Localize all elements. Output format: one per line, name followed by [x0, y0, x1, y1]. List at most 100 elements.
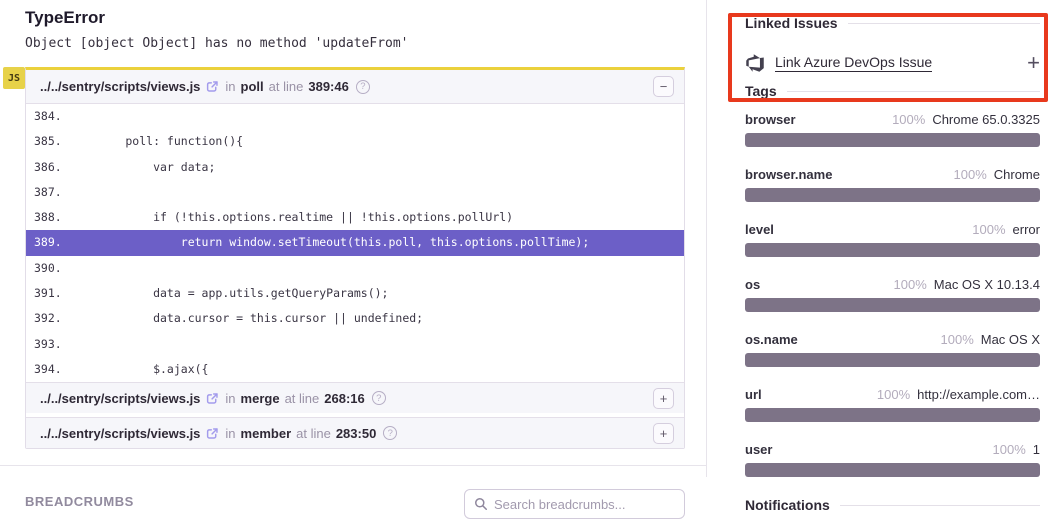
tag-key: url: [745, 387, 762, 402]
page-title: TypeError: [25, 8, 105, 28]
question-icon[interactable]: ?: [383, 426, 397, 440]
azure-devops-icon: [745, 53, 765, 73]
expand-frame-button[interactable]: +: [653, 423, 674, 444]
tag-key: browser.name: [745, 167, 832, 182]
external-link-icon[interactable]: [206, 392, 219, 405]
frame-lineno: 283:50: [336, 426, 376, 441]
tag-value-link[interactable]: Chrome: [994, 167, 1040, 182]
tag-key: os.name: [745, 332, 798, 347]
code-line: 394. $.ajax({: [26, 357, 684, 382]
active-code-line: 389. return window.setTimeout(this.poll,…: [26, 230, 684, 255]
question-icon[interactable]: ?: [372, 391, 386, 405]
stack-frame-member[interactable]: ../../sentry/scripts/views.js in member …: [26, 417, 684, 448]
add-linked-issue-button[interactable]: +: [1027, 52, 1040, 74]
notifications-heading: Notifications: [745, 497, 830, 513]
tag-row-os: os100%Mac OS X 10.13.4: [745, 277, 1040, 312]
tag-top: url 100% http://example.com…: [745, 387, 1040, 403]
code-line: 384.: [26, 104, 684, 129]
line-code: var data;: [70, 155, 215, 180]
code-line: 388. if (!this.options.realtime || !this…: [26, 205, 684, 230]
tag-top: browser100%Chrome 65.0.3325: [745, 112, 1040, 128]
external-link-icon[interactable]: [206, 80, 219, 93]
tag-distribution-bar: [745, 408, 1040, 422]
at-line-label: at line: [285, 391, 320, 406]
tag-value-link[interactable]: http://example.com…: [917, 387, 1040, 402]
frame-file-link[interactable]: ../../sentry/scripts/views.js: [40, 391, 200, 406]
tags-heading: Tags: [745, 83, 777, 99]
code-line: 392. data.cursor = this.cursor || undefi…: [26, 306, 684, 331]
heading-rule: [787, 91, 1040, 92]
link-azure-devops-issue-link[interactable]: Link Azure DevOps Issue: [775, 54, 932, 72]
tag-row-url: url 100% http://example.com…: [745, 387, 1040, 422]
line-code: return window.setTimeout(this.poll, this…: [70, 230, 589, 255]
tag-row-browser.name: browser.name 100% Chrome: [745, 167, 1040, 202]
heading-rule: [848, 23, 1040, 24]
tag-percent: 100%: [954, 167, 987, 182]
search-input[interactable]: [494, 497, 675, 512]
line-code: data.cursor = this.cursor || undefined;: [70, 306, 423, 331]
tag-value-link[interactable]: 1: [1033, 442, 1040, 457]
tag-percent: 100%: [941, 332, 974, 347]
error-message: Object [object Object] has no method 'up…: [25, 36, 409, 51]
issue-detail-page: TypeError Object [object Object] has no …: [0, 0, 1055, 528]
breadcrumbs-search[interactable]: [464, 489, 685, 519]
tag-value-link[interactable]: error: [1013, 222, 1040, 237]
tag-value-link[interactable]: Mac OS X 10.13.4: [934, 277, 1040, 292]
linked-issues-heading: Linked Issues: [745, 15, 838, 31]
tag-row-level: level 100% error: [745, 222, 1040, 257]
sidebar: Linked Issues Link Azure DevOps Issue + …: [745, 0, 1040, 528]
frame-file-link[interactable]: ../../sentry/scripts/views.js: [40, 426, 200, 441]
tag-top: user 100% 1: [745, 442, 1040, 458]
code-block: 384.385. poll: function(){386. var data;…: [26, 104, 684, 382]
tag-distribution-bar: [745, 353, 1040, 367]
line-code: if (!this.options.realtime || !this.opti…: [70, 205, 513, 230]
code-line: 385. poll: function(){: [26, 129, 684, 154]
tag-key: user: [745, 442, 772, 457]
line-number: 386.: [26, 155, 70, 180]
external-link-icon[interactable]: [206, 427, 219, 440]
notifications-section-heading: Notifications: [745, 497, 1040, 513]
frame-function: poll: [241, 79, 264, 94]
tags-section-heading: Tags: [745, 83, 1040, 99]
heading-rule: [840, 505, 1040, 506]
frame-lineno: 268:16: [324, 391, 364, 406]
expand-frame-button[interactable]: +: [653, 388, 674, 409]
linked-issues-row: Link Azure DevOps Issue +: [745, 49, 1040, 77]
tag-percent: 100%: [993, 442, 1026, 457]
tag-distribution-bar: [745, 298, 1040, 312]
stack-frame-poll[interactable]: ../../sentry/scripts/views.js in poll at…: [26, 70, 684, 104]
tag-distribution-bar: [745, 463, 1040, 477]
js-platform-badge: JS: [3, 67, 25, 89]
line-number: 384.: [26, 104, 70, 129]
tag-distribution-bar: [745, 133, 1040, 147]
tag-percent: 100%: [892, 112, 925, 127]
frame-title: ../../sentry/scripts/views.js in merge a…: [40, 391, 653, 406]
frame-file-link[interactable]: ../../sentry/scripts/views.js: [40, 79, 200, 94]
collapse-frame-button[interactable]: −: [653, 76, 674, 97]
line-number: 394.: [26, 357, 70, 382]
code-line: 391. data = app.utils.getQueryParams();: [26, 281, 684, 306]
tag-percent: 100%: [877, 387, 910, 402]
line-code: $.ajax({: [70, 357, 208, 382]
tag-distribution-bar: [745, 188, 1040, 202]
in-label: in: [225, 391, 235, 406]
question-icon[interactable]: ?: [356, 80, 370, 94]
line-number: 389.: [26, 230, 70, 255]
line-number: 392.: [26, 306, 70, 331]
line-number: 393.: [26, 332, 70, 357]
tag-percent: 100%: [972, 222, 1005, 237]
tag-value-link[interactable]: Chrome 65.0.3325: [932, 112, 1040, 127]
frame-function: member: [241, 426, 292, 441]
tag-top: level 100% error: [745, 222, 1040, 238]
tag-key: level: [745, 222, 774, 237]
at-line-label: at line: [296, 426, 331, 441]
tag-distribution-bar: [745, 243, 1040, 257]
stack-frame-merge[interactable]: ../../sentry/scripts/views.js in merge a…: [26, 382, 684, 413]
tag-value-link[interactable]: Mac OS X: [981, 332, 1040, 347]
in-label: in: [225, 79, 235, 94]
frame-lineno: 389:46: [308, 79, 348, 94]
line-code: data = app.utils.getQueryParams();: [70, 281, 389, 306]
tag-row-browser: browser100%Chrome 65.0.3325: [745, 112, 1040, 147]
code-line: 393.: [26, 332, 684, 357]
frame-title: ../../sentry/scripts/views.js in member …: [40, 426, 653, 441]
